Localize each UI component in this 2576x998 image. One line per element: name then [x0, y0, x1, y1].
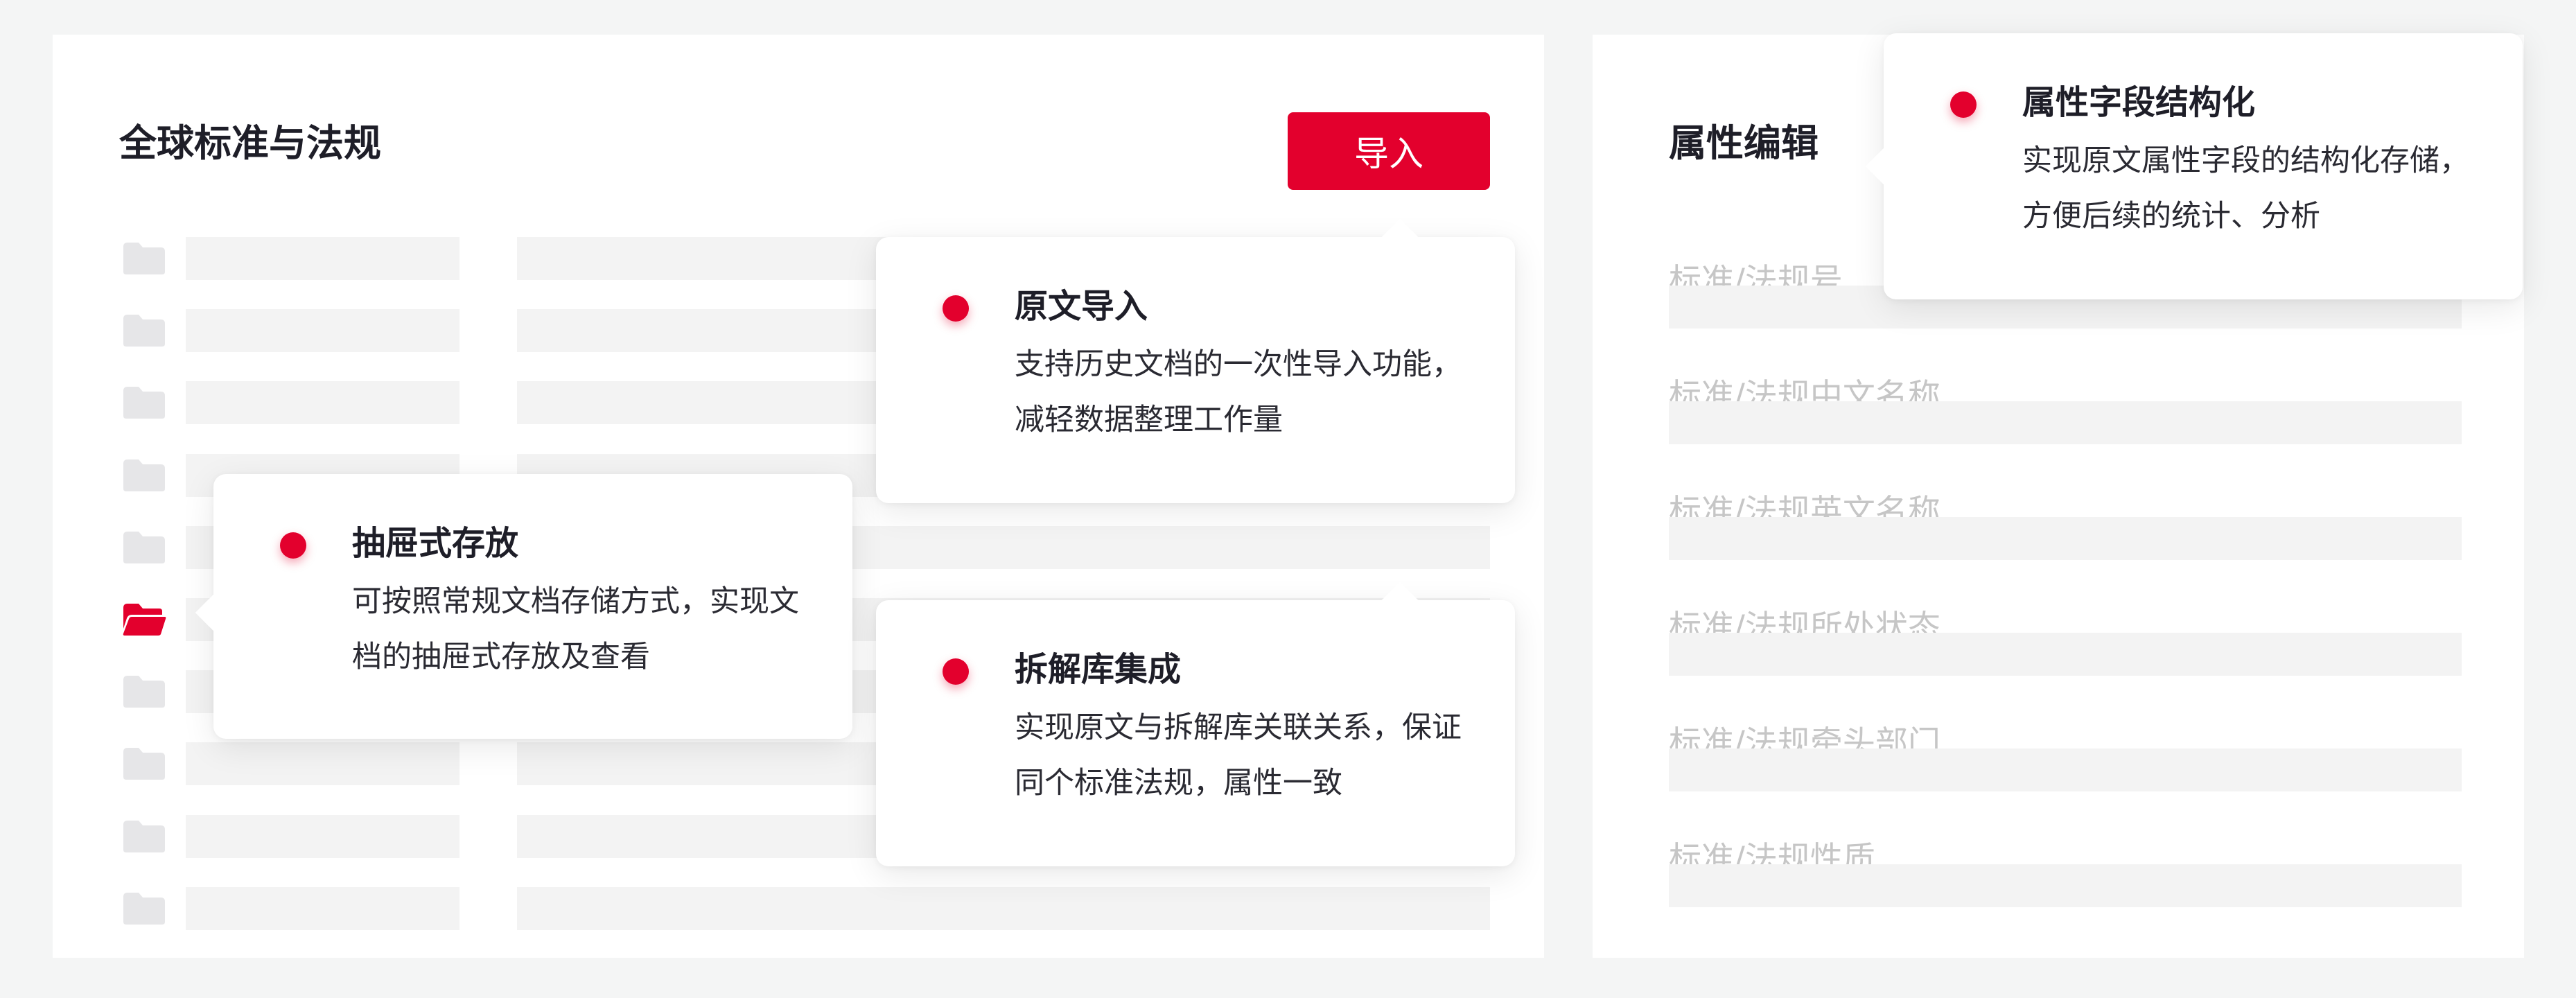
- panel-title: 属性编辑: [1669, 121, 1819, 165]
- folder-name-placeholder: [186, 309, 459, 352]
- field-input-chinese-name[interactable]: [1669, 401, 2462, 444]
- callout-title: 属性字段结构化: [2022, 83, 2256, 122]
- field-input-status[interactable]: [1669, 633, 2462, 676]
- folder-name-placeholder: [186, 815, 459, 858]
- folder-icon: [122, 530, 166, 565]
- folder-name-placeholder: [186, 742, 459, 785]
- callout-description: 实现原文属性字段的结构化存储，方便后续的统计、分析: [2022, 143, 2469, 234]
- folder-icon: [122, 241, 166, 276]
- callout-title: 抽屉式存放: [352, 524, 519, 563]
- folder-open-icon: [122, 602, 166, 637]
- callout-title: 原文导入: [1015, 287, 1148, 326]
- folder-name-placeholder: [186, 887, 459, 930]
- red-dot-icon: [280, 532, 306, 559]
- folder-icon: [122, 674, 166, 709]
- folder-icon: [122, 385, 166, 420]
- folder-name-placeholder: [186, 237, 459, 280]
- callout-drawer: 抽屉式存放 可按照常规文档存储方式，实现文档的抽屉式存放及查看: [195, 474, 852, 739]
- document-content-placeholder: [517, 887, 1490, 930]
- callout-import: 原文导入 支持历史文档的一次性导入功能，减轻数据整理工作量: [876, 218, 1515, 503]
- folder-row[interactable]: [53, 887, 1544, 930]
- callout-structure: 属性字段结构化 实现原文属性字段的结构化存储，方便后续的统计、分析: [1865, 33, 2523, 299]
- callout-description: 实现原文与拆解库关联关系，保证同个标准法规，属性一致: [1015, 710, 1462, 800]
- field-input-english-name[interactable]: [1669, 517, 2462, 560]
- red-dot-icon: [943, 295, 969, 322]
- red-dot-icon: [1950, 91, 1977, 118]
- red-dot-icon: [943, 658, 969, 685]
- import-button[interactable]: 导入: [1288, 112, 1490, 190]
- folder-icon: [122, 746, 166, 781]
- field-input-lead-department[interactable]: [1669, 748, 2462, 791]
- callout-integration: 拆解库集成 实现原文与拆解库关联关系，保证同个标准法规，属性一致: [876, 581, 1515, 866]
- folder-icon: [122, 313, 166, 348]
- folder-icon: [122, 458, 166, 493]
- callout-description: 支持历史文档的一次性导入功能，减轻数据整理工作量: [1015, 347, 1462, 437]
- folder-icon: [122, 819, 166, 854]
- folder-icon: [122, 891, 166, 926]
- callout-description: 可按照常规文档存储方式，实现文档的抽屉式存放及查看: [352, 584, 799, 674]
- panel-title: 全球标准与法规: [119, 121, 381, 165]
- field-input-nature[interactable]: [1669, 864, 2462, 907]
- callout-title: 拆解库集成: [1015, 650, 1182, 689]
- folder-name-placeholder: [186, 381, 459, 424]
